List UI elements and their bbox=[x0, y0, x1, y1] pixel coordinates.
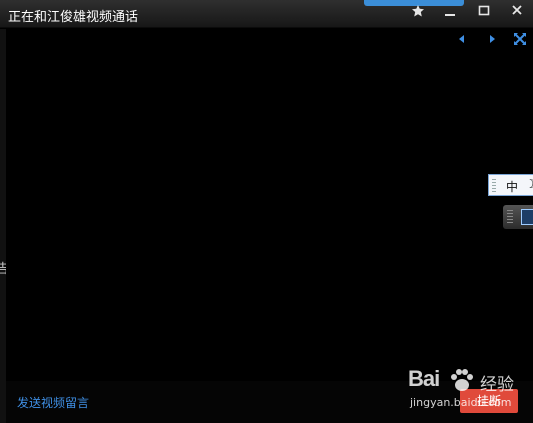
fullscreen-button[interactable] bbox=[513, 31, 527, 45]
float-grip[interactable] bbox=[507, 210, 513, 224]
minimize-icon bbox=[445, 14, 455, 16]
ime-grip[interactable] bbox=[492, 179, 496, 192]
close-button[interactable] bbox=[506, 4, 528, 22]
triangle-left-icon bbox=[459, 35, 464, 43]
floating-toolbar[interactable] bbox=[503, 205, 533, 229]
moon-icon[interactable]: ☽ bbox=[525, 177, 533, 191]
maximize-button[interactable] bbox=[473, 4, 495, 22]
hangup-button[interactable]: 挂断 bbox=[460, 389, 518, 413]
ime-language[interactable]: 中 bbox=[506, 178, 518, 195]
minimize-button[interactable] bbox=[439, 4, 461, 22]
expand-arrows-icon bbox=[514, 33, 526, 45]
triangle-right-icon bbox=[490, 35, 495, 43]
prev-button[interactable] bbox=[455, 31, 469, 45]
window-title: 正在和江俊雄视频通话 bbox=[8, 10, 139, 25]
maximize-icon bbox=[478, 5, 490, 16]
pin-button[interactable] bbox=[407, 4, 429, 22]
next-button[interactable] bbox=[485, 31, 499, 45]
video-area bbox=[6, 29, 533, 381]
screen-icon[interactable] bbox=[521, 209, 533, 225]
close-icon bbox=[512, 5, 522, 15]
pin-icon bbox=[412, 5, 424, 17]
title-bar: 正在和江俊雄视频通话 bbox=[0, 0, 533, 28]
ime-toolbar[interactable]: 中 ☽ bbox=[488, 174, 533, 196]
send-video-message-link[interactable]: 发送视频留言 bbox=[17, 394, 89, 411]
